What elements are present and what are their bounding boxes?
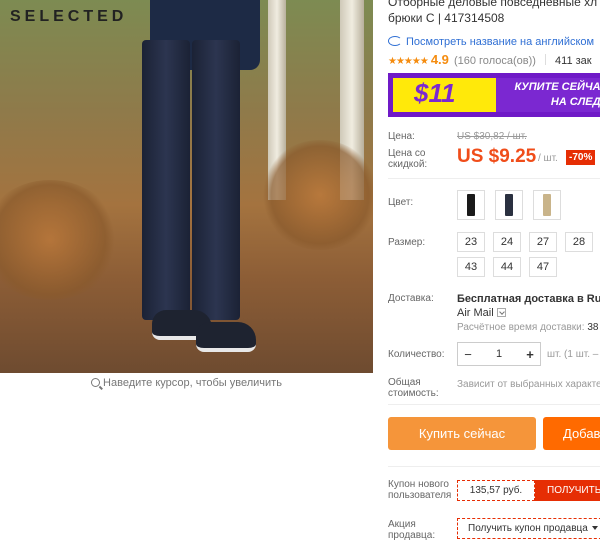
quantity-stepper: − 1 + xyxy=(457,342,541,366)
model-leg-right xyxy=(192,40,240,320)
quantity-unit: шт. (1 шт. – не xyxy=(547,349,604,360)
size-option[interactable]: 43 xyxy=(457,257,485,277)
color-swatch-khaki[interactable] xyxy=(533,190,561,220)
size-option[interactable]: 47 xyxy=(529,257,557,277)
color-label: Цвет: xyxy=(388,197,414,208)
size-option[interactable]: 27 xyxy=(529,232,557,252)
quantity-input[interactable]: 1 xyxy=(478,348,520,360)
translate-title-link[interactable]: Посмотреть название на английском xyxy=(388,36,594,48)
total-label: Общая стоимость: xyxy=(388,377,439,399)
quantity-minus-button[interactable]: − xyxy=(458,347,478,362)
divider xyxy=(388,404,604,405)
total-label-line: Общая xyxy=(388,377,421,388)
shipping-text: Бесплатная доставка в Russia xyxy=(457,293,604,305)
pants-thumbnail xyxy=(505,194,513,216)
search-icon xyxy=(91,378,101,387)
divider xyxy=(388,178,604,179)
discount-price-label-line: скидкой: xyxy=(388,159,428,170)
product-title-line: Отборные деловые повседневные хл xyxy=(388,0,598,9)
promo-line: КУПИТЕ СЕЙЧАС xyxy=(514,81,604,93)
size-option[interactable]: 23 xyxy=(457,232,485,252)
coupon-value: 135,57 руб. xyxy=(457,480,535,501)
divider xyxy=(388,466,604,467)
discount-badge: -70% xyxy=(566,150,596,165)
discount-price: US $9.25 xyxy=(457,146,537,167)
old-price-label: Цена: xyxy=(388,131,415,142)
seller-coupon-dropdown[interactable]: Получить купон продавца xyxy=(457,518,604,539)
pants-thumbnail xyxy=(543,194,551,216)
product-main-image[interactable]: SELECTED xyxy=(0,0,373,373)
rating-row: ★★★★★ 4.9 (160 голоса(ов)) 411 зак xyxy=(388,52,592,67)
zoom-hint: Наведите курсор, чтобы увеличить xyxy=(0,377,373,389)
translate-icon xyxy=(388,36,402,46)
get-coupon-button[interactable]: ПОЛУЧИТЬ xyxy=(535,480,604,501)
rating-stars-icon: ★★★★★ xyxy=(388,56,429,67)
old-price: US $30,82 / шт. xyxy=(457,131,527,142)
promo-amount: $11 xyxy=(414,78,456,108)
rating-score: 4.9 xyxy=(430,52,449,67)
new-user-coupon-label: Купон нового пользователя xyxy=(388,479,451,501)
discount-price-label-line: Цена со xyxy=(388,148,426,159)
total-value: Зависит от выбранных характе xyxy=(457,379,602,390)
model-leg-left xyxy=(142,40,190,320)
seller-label-line: Акция xyxy=(388,519,416,530)
brand-logo: SELECTED xyxy=(10,8,128,25)
orders-count: 411 зак xyxy=(555,55,592,67)
coupon-label-line: Купон нового xyxy=(388,479,449,490)
chevron-down-icon[interactable] xyxy=(496,308,506,317)
quantity-label: Количество: xyxy=(388,349,445,360)
delivery-time-value: 38 xyxy=(587,322,599,333)
size-option[interactable]: 24 xyxy=(493,232,521,252)
buy-now-button[interactable]: Купить сейчас xyxy=(388,417,536,450)
shipping-carrier: Air Mail xyxy=(457,307,494,319)
color-swatch-black[interactable] xyxy=(457,190,485,220)
delivery-time-label: Расчётное время доставки: xyxy=(457,322,585,333)
discount-price-label: Цена со скидкой: xyxy=(388,148,427,170)
size-option[interactable]: 44 xyxy=(493,257,521,277)
size-option[interactable]: 28 xyxy=(565,232,593,252)
product-page: SELECTED Наведите курсор, чтобы увеличит… xyxy=(0,0,604,555)
price-unit: / шт. xyxy=(538,153,558,164)
delivery-time: Расчётное время доставки: 38 xyxy=(457,322,598,333)
translate-link-text: Посмотреть название на английском xyxy=(406,36,595,48)
divider xyxy=(544,54,546,65)
shipping-method[interactable]: Бесплатная доставка в Russia Air Mail xyxy=(457,292,604,320)
coupon-label-line: пользователя xyxy=(388,490,452,501)
pants-thumbnail xyxy=(467,194,475,216)
foliage xyxy=(260,140,373,250)
rating-votes-link[interactable]: (160 голоса(ов)) xyxy=(454,55,536,67)
page-edge xyxy=(600,0,604,555)
promo-line: НА СЛЕДУ xyxy=(550,96,604,108)
size-label: Размер: xyxy=(388,237,426,248)
zoom-hint-text: Наведите курсор, чтобы увеличить xyxy=(103,377,282,389)
add-to-cart-button[interactable]: Добав xyxy=(543,417,604,450)
total-label-line: стоимость: xyxy=(388,388,439,399)
product-title: Отборные деловые повседневные хл брюки C… xyxy=(388,0,604,26)
shipping-label: Доставка: xyxy=(388,293,434,304)
quantity-plus-button[interactable]: + xyxy=(520,347,540,362)
model-legs xyxy=(140,40,250,320)
foliage xyxy=(0,180,120,300)
model-shoe-right xyxy=(196,322,256,352)
color-swatch-navy[interactable] xyxy=(495,190,523,220)
seller-promo-label: Акция продавца: xyxy=(388,519,435,541)
chevron-down-icon xyxy=(591,526,598,530)
seller-label-line: продавца: xyxy=(388,530,436,541)
seller-coupon-text: Получить купон продавца xyxy=(468,523,588,534)
product-title-line: брюки C | 417314508 xyxy=(388,11,505,25)
promo-banner[interactable]: $11 КУПИТЕ СЕЙЧАС НА СЛЕДУ xyxy=(388,73,604,117)
promo-tag: КУПИТЕ СЕЙЧАС НА СЛЕДУ xyxy=(496,78,604,112)
